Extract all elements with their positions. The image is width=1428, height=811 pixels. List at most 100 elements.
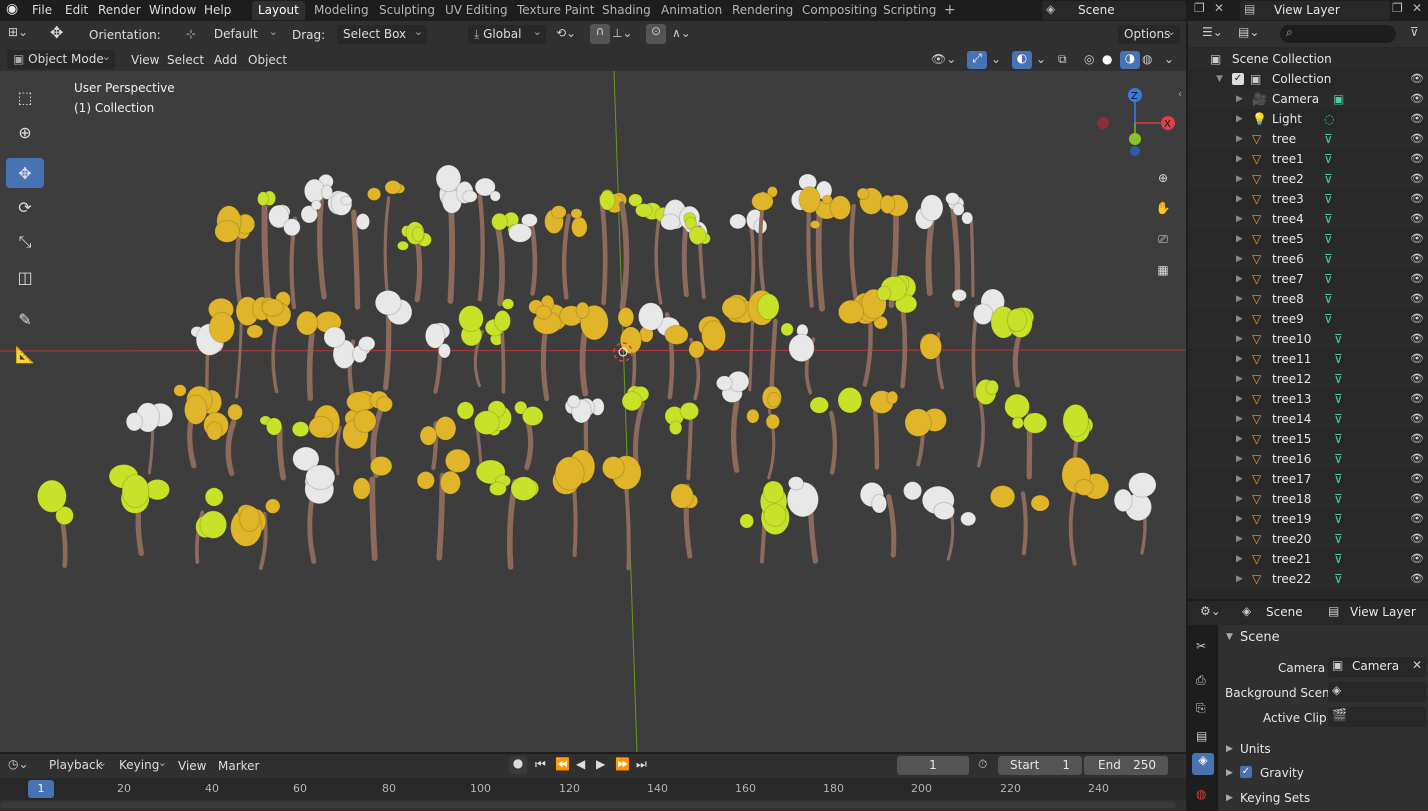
new-view-layer-icon[interactable]: ❐ — [1392, 1, 1403, 15]
overlay-toggle-icon[interactable]: ◐ — [1012, 51, 1032, 69]
units-panel-title[interactable]: Units — [1240, 742, 1271, 756]
tab-modeling[interactable]: Modeling — [308, 1, 375, 20]
expand-arrow-icon[interactable]: ▶ — [1236, 509, 1243, 529]
visibility-eye-icon[interactable]: 👁 — [1410, 169, 1424, 189]
visibility-eye-icon[interactable]: 👁 — [1410, 369, 1424, 389]
outliner-item-tree12[interactable]: ▶ ▽ tree12 ⊽ 👁 — [1188, 369, 1428, 389]
scene-panel-title[interactable]: Scene — [1240, 630, 1280, 645]
ortho-toggle-icon[interactable]: ▦ — [1152, 259, 1174, 281]
expand-arrow-icon[interactable]: ▶ — [1236, 549, 1243, 569]
viewport-menu-add[interactable]: Add — [214, 50, 237, 70]
mesh-data-icon[interactable]: ⊽ — [1334, 529, 1343, 549]
tab-uv-editing[interactable]: UV Editing — [439, 1, 514, 20]
falloff-icon[interactable]: ∧⌄ — [672, 26, 691, 40]
scene-collection-row[interactable]: ▣ Scene Collection — [1188, 49, 1428, 69]
outliner-item-tree14[interactable]: ▶ ▽ tree14 ⊽ 👁 — [1188, 409, 1428, 429]
annotate-tool[interactable]: ✎ — [6, 304, 44, 334]
outliner-item-tree11[interactable]: ▶ ▽ tree11 ⊽ 👁 — [1188, 349, 1428, 369]
visibility-eye-icon[interactable]: 👁 — [1410, 209, 1424, 229]
prev-keyframe-icon[interactable]: ⏪ — [555, 757, 570, 771]
keying-sets-expand-icon[interactable]: ▶ — [1226, 793, 1233, 803]
visibility-eye-icon[interactable]: 👁 — [1410, 69, 1424, 89]
rotate-tool[interactable]: ⟳ — [6, 192, 44, 222]
outliner-item-tree8[interactable]: ▶ ▽ tree8 ⊽ 👁 — [1188, 289, 1428, 309]
play-reverse-icon[interactable]: ◀ — [576, 757, 585, 771]
shading-material-icon[interactable]: ◑ — [1120, 51, 1140, 69]
tab-compositing[interactable]: Compositing — [796, 1, 883, 20]
expand-arrow-icon[interactable]: ▶ — [1236, 309, 1243, 329]
measure-tool[interactable]: 📐 — [6, 339, 44, 369]
outliner-item-camera[interactable]: ▶ 🎥 Camera ▣ 👁 — [1188, 89, 1428, 109]
jump-start-icon[interactable]: ⏮ — [535, 757, 546, 772]
mesh-data-icon[interactable]: ⊽ — [1324, 309, 1333, 329]
mesh-data-icon[interactable]: ⊽ — [1334, 329, 1343, 349]
pivot-icon[interactable]: ⟲⌄ — [556, 26, 576, 40]
playhead[interactable]: 1 — [28, 780, 54, 798]
visibility-eye-icon[interactable]: 👁 — [1410, 549, 1424, 569]
visibility-icon[interactable]: 👁⌄ — [931, 52, 956, 66]
filter-icon[interactable]: ⊽ — [1410, 25, 1419, 39]
world-properties-icon[interactable]: ◍ — [1196, 787, 1206, 801]
visibility-eye-icon[interactable]: 👁 — [1410, 309, 1424, 329]
outliner-item-tree[interactable]: ▶ ▽ tree ⊽ 👁 — [1188, 129, 1428, 149]
gravity-panel-title[interactable]: Gravity — [1260, 766, 1304, 780]
viewport-menu-select[interactable]: Select — [167, 50, 204, 70]
expand-arrow-icon[interactable]: ▶ — [1236, 329, 1243, 349]
outliner-item-tree15[interactable]: ▶ ▽ tree15 ⊽ 👁 — [1188, 429, 1428, 449]
shading-solid-icon[interactable]: ● — [1102, 52, 1112, 66]
mesh-data-icon[interactable]: ⊽ — [1324, 249, 1333, 269]
proportional-edit-icon[interactable]: ⊙ — [646, 24, 666, 44]
outliner-item-tree6[interactable]: ▶ ▽ tree6 ⊽ 👁 — [1188, 249, 1428, 269]
add-workspace-button[interactable]: + — [938, 1, 962, 20]
navigation-gizmo[interactable]: X Z — [1094, 85, 1184, 165]
snap-target-icon[interactable]: ⊥⌄ — [612, 26, 633, 40]
keying-menu[interactable]: Keying — [113, 753, 171, 775]
outliner-item-light[interactable]: ▶ 💡 Light ◌ 👁 — [1188, 109, 1428, 129]
expand-arrow-icon[interactable]: ▶ — [1236, 129, 1243, 149]
outliner-item-tree18[interactable]: ▶ ▽ tree18 ⊽ 👁 — [1188, 489, 1428, 509]
mesh-data-icon[interactable]: ⊽ — [1324, 189, 1333, 209]
expand-arrow-icon[interactable]: ▶ — [1236, 229, 1243, 249]
blender-logo-icon[interactable]: ◉ — [6, 1, 18, 17]
menu-help[interactable]: Help — [198, 1, 237, 19]
expand-arrow-icon[interactable]: ▶ — [1236, 209, 1243, 229]
expand-arrow-icon[interactable]: ▶ — [1236, 109, 1243, 129]
outliner-item-tree22[interactable]: ▶ ▽ tree22 ⊽ 👁 — [1188, 569, 1428, 589]
visibility-eye-icon[interactable]: 👁 — [1410, 429, 1424, 449]
mode-dropdown[interactable]: ▣ Object Mode — [7, 47, 115, 69]
snap-toggle-icon[interactable]: ∩ — [590, 24, 610, 44]
mesh-data-icon[interactable]: ⊽ — [1324, 169, 1333, 189]
zoom-icon[interactable]: ⊕ — [1152, 167, 1174, 189]
visibility-eye-icon[interactable]: 👁 — [1410, 249, 1424, 269]
keying-sets-panel-title[interactable]: Keying Sets — [1240, 791, 1310, 805]
move-tool[interactable]: ✥ — [6, 158, 44, 188]
outliner-item-tree9[interactable]: ▶ ▽ tree9 ⊽ 👁 — [1188, 309, 1428, 329]
end-frame-field[interactable]: End 250 — [1084, 756, 1168, 775]
menu-file[interactable]: File — [26, 1, 58, 19]
mesh-data-icon[interactable]: ⊽ — [1324, 209, 1333, 229]
delete-scene-icon[interactable]: ✕ — [1214, 1, 1224, 15]
tool-properties-icon[interactable]: ✂ — [1196, 639, 1206, 653]
editor-type-icon[interactable]: ⊞⌄ — [8, 25, 28, 39]
mesh-data-icon[interactable]: ⊽ — [1334, 349, 1343, 369]
mesh-data-icon[interactable]: ⊽ — [1324, 229, 1333, 249]
output-properties-icon[interactable]: ⎘ — [1196, 701, 1206, 716]
viewport-menu-view[interactable]: View — [129, 50, 161, 70]
play-icon[interactable]: ▶ — [596, 757, 605, 771]
visibility-eye-icon[interactable]: 👁 — [1410, 89, 1424, 109]
drag-dropdown[interactable]: Select Box — [337, 22, 427, 44]
scale-tool[interactable]: ⤡ — [6, 227, 44, 257]
timeline-menu-marker[interactable]: Marker — [218, 756, 259, 776]
clear-camera-icon[interactable]: ✕ — [1412, 658, 1422, 672]
mesh-data-icon[interactable]: ⊽ — [1324, 129, 1333, 149]
visibility-eye-icon[interactable]: 👁 — [1410, 129, 1424, 149]
expand-arrow-icon[interactable]: ▶ — [1236, 469, 1243, 489]
options-dropdown[interactable]: Options — [1118, 22, 1180, 44]
next-keyframe-icon[interactable]: ⏩ — [615, 757, 630, 771]
expand-arrow-icon[interactable]: ▶ — [1236, 489, 1243, 509]
expand-arrow-icon[interactable]: ▶ — [1236, 169, 1243, 189]
mesh-data-icon[interactable]: ⊽ — [1334, 569, 1343, 589]
menu-edit[interactable]: Edit — [59, 1, 94, 19]
expand-arrow-icon[interactable]: ▶ — [1236, 89, 1243, 109]
outliner-editor-icon[interactable]: ☰⌄ — [1202, 25, 1223, 39]
